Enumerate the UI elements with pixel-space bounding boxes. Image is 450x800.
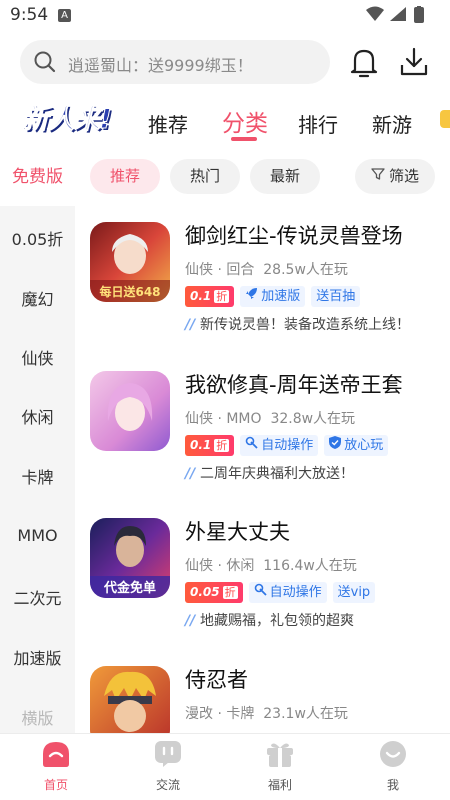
gift-icon xyxy=(266,740,294,768)
game-icon[interactable] xyxy=(90,371,170,451)
gift-badge-icon[interactable] xyxy=(440,110,450,128)
filter-latest-button[interactable]: 最新 xyxy=(250,159,320,194)
filter-button[interactable]: 筛选 xyxy=(355,159,435,194)
nav-community[interactable]: 交流 xyxy=(123,734,213,800)
signal-battery-icon xyxy=(366,5,430,28)
filter-label: 筛选 xyxy=(388,167,419,185)
game-meta: 仙侠 · MMO 32.8w人在玩 xyxy=(185,408,355,428)
tag-speedup: 加速版 xyxy=(240,286,306,307)
tag-gift: 送百抽 xyxy=(311,286,361,307)
filter-hot-button[interactable]: 热门 xyxy=(170,159,240,194)
category-item-xianxia[interactable]: 仙侠 xyxy=(0,345,75,369)
game-note: //新传说灵兽！装备改造系统上线！ xyxy=(185,317,410,333)
category-item-discount[interactable]: 0.05折 xyxy=(0,226,75,250)
tag-auto-play: 自动操作 xyxy=(248,582,327,603)
game-meta: 仙侠 · 回合 28.5w人在玩 xyxy=(185,259,348,279)
status-bar: 9:54 A xyxy=(0,0,450,32)
game-icon[interactable]: 代金免单 xyxy=(90,518,170,598)
game-list-item[interactable]: 代金免单 外星大丈夫 仙侠 · 休闲 116.4w人在玩 0.05 折自动操作 送v… xyxy=(90,518,440,658)
game-title[interactable]: 我欲修真-周年送帝王套 xyxy=(185,369,403,399)
game-genre: 仙侠 · MMO xyxy=(185,411,262,427)
auto-play-icon xyxy=(254,582,267,603)
game-icon[interactable] xyxy=(90,666,170,733)
category-item-mmo[interactable]: MMO xyxy=(0,526,75,545)
tab-category[interactable]: 分类 xyxy=(222,104,268,138)
game-meta: 仙侠 · 休闲 116.4w人在玩 xyxy=(185,555,357,575)
category-item-speedup[interactable]: 加速版 xyxy=(0,645,75,669)
tab-recommend[interactable]: 推荐 xyxy=(148,109,188,138)
game-players: 23.1w人在玩 xyxy=(263,706,348,722)
game-list-item[interactable]: 侍忍者 漫改 · 卡牌 23.1w人在玩 xyxy=(90,666,440,733)
quote-icon: // xyxy=(185,317,196,333)
tag-vip: 送vip xyxy=(332,582,376,603)
game-genre: 仙侠 · 回合 xyxy=(185,262,255,278)
game-icon-caption: 代金免单 xyxy=(103,580,156,596)
discount-badge: 0.1 折 xyxy=(185,286,235,307)
game-tags: 0.1 折自动操作 放心玩 xyxy=(185,435,389,457)
filter-recommend-button[interactable]: 推荐 xyxy=(90,159,160,194)
tab-new-games[interactable]: 新游 xyxy=(372,109,412,138)
nav-welfare-label: 福利 xyxy=(267,778,292,792)
game-genre: 仙侠 · 休闲 xyxy=(185,558,255,574)
category-item-anime[interactable]: 二次元 xyxy=(0,585,75,609)
game-tags: 0.1 折加速版 送百抽 xyxy=(185,286,361,308)
game-title[interactable]: 外星大丈夫 xyxy=(185,516,290,546)
download-icon[interactable] xyxy=(399,46,429,82)
newcomer-logo[interactable]: 新人来! xyxy=(10,100,122,140)
nav-community-label: 交流 xyxy=(155,778,180,792)
discount-badge: 0.1 折 xyxy=(185,435,235,456)
profile-icon xyxy=(379,740,407,768)
nav-welfare[interactable]: 福利 xyxy=(235,734,325,800)
tag-auto-play: 自动操作 xyxy=(240,435,319,456)
home-icon xyxy=(42,740,70,768)
status-time: 9:54 xyxy=(10,5,49,25)
chat-icon xyxy=(154,740,182,768)
game-list-item[interactable]: 我欲修真-周年送帝王套 仙侠 · MMO 32.8w人在玩 0.1 折自动操作 放心… xyxy=(90,371,440,511)
game-players: 28.5w人在玩 xyxy=(263,262,348,278)
discount-badge: 0.05 折 xyxy=(185,582,243,603)
tag-safe: 放心玩 xyxy=(324,435,389,456)
game-genre: 漫改 · 卡牌 xyxy=(185,706,255,722)
search-icon xyxy=(34,51,56,77)
game-players: 32.8w人在玩 xyxy=(270,411,356,427)
category-item-magic[interactable]: 魔幻 xyxy=(0,286,75,310)
nav-profile[interactable]: 我 xyxy=(348,734,438,800)
shield-icon xyxy=(329,435,342,456)
category-item-free[interactable]: 免费版 xyxy=(0,148,75,206)
nav-home-label: 首页 xyxy=(43,778,68,792)
category-sidebar: 免费版 0.05折 魔幻 仙侠 休闲 卡牌 MMO 二次元 加速版 横版 xyxy=(0,148,75,733)
tab-ranking[interactable]: 排行 xyxy=(298,109,338,138)
game-note: //二周年庆典福利大放送！ xyxy=(185,466,354,482)
rocket-icon xyxy=(245,286,258,307)
quote-icon: // xyxy=(185,466,196,482)
game-title[interactable]: 御剑红尘-传说灵兽登场 xyxy=(185,220,403,250)
game-players: 116.4w人在玩 xyxy=(263,558,357,574)
quote-icon: // xyxy=(185,613,196,629)
search-placeholder: 逍遥蜀山：送9999绑玉！ xyxy=(68,56,253,75)
game-meta: 漫改 · 卡牌 23.1w人在玩 xyxy=(185,703,348,723)
game-tags: 0.05 折自动操作 送vip xyxy=(185,582,376,604)
nav-profile-label: 我 xyxy=(386,778,399,792)
nav-home[interactable]: 首页 xyxy=(11,734,101,800)
bottom-navigation: 首页 交流 福利 我 xyxy=(0,733,450,800)
category-item-sidescroll[interactable]: 横版 xyxy=(0,705,75,729)
category-item-casual[interactable]: 休闲 xyxy=(0,404,75,428)
search-bar[interactable]: 逍遥蜀山：送9999绑玉！ xyxy=(20,40,330,84)
funnel-icon xyxy=(371,159,385,194)
category-item-card[interactable]: 卡牌 xyxy=(0,464,75,488)
tab-active-indicator xyxy=(231,137,257,141)
auto-play-icon xyxy=(245,435,258,456)
game-icon[interactable]: 每日送648 xyxy=(90,222,170,302)
game-note: //地藏赐福，礼包领的超爽 xyxy=(185,613,354,629)
notification-icon: A xyxy=(58,9,71,22)
game-title[interactable]: 侍忍者 xyxy=(185,666,248,694)
bell-icon[interactable] xyxy=(349,46,379,82)
game-icon-caption: 每日送648 xyxy=(99,284,160,299)
game-list-item[interactable]: 每日送648 御剑红尘-传说灵兽登场 仙侠 · 回合 28.5w人在玩 0.1 折… xyxy=(90,222,440,362)
newcomer-logo-text: 新人来! xyxy=(21,104,112,136)
